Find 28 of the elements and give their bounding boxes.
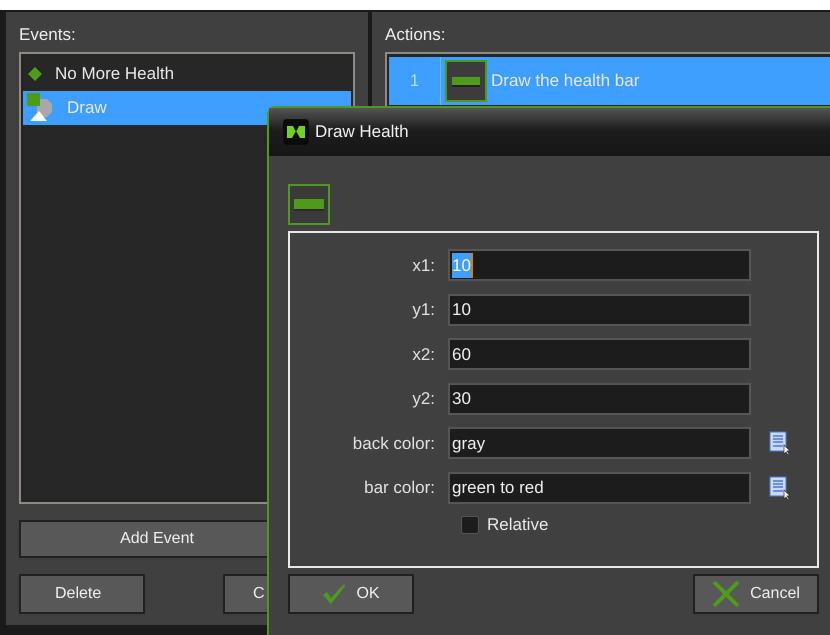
checkmark-icon (322, 583, 346, 605)
delete-button[interactable]: Delete (19, 574, 145, 614)
input-field[interactable]: 10 (448, 294, 751, 326)
actions-label: Actions: (385, 24, 446, 46)
input-field[interactable]: gray (448, 427, 751, 460)
field-label: y2: (411, 388, 436, 410)
health-bar-icon (445, 60, 487, 102)
relative-checkbox[interactable] (461, 516, 479, 534)
input-field[interactable]: green to red (448, 472, 751, 504)
events-label: Events: (19, 24, 77, 46)
field-label: x2: (411, 344, 436, 366)
field-label: bar color: (363, 477, 436, 499)
field-label: y1: (411, 299, 436, 321)
list-picker-icon[interactable] (769, 431, 791, 456)
list-picker-icon[interactable] (769, 476, 791, 500)
diamond-icon (27, 66, 43, 82)
close-icon (712, 580, 740, 608)
field-label: back color: (352, 432, 436, 454)
event-item[interactable]: No More Health (23, 56, 351, 90)
input-field[interactable]: 60 (448, 338, 751, 370)
health-bar-icon (288, 184, 330, 225)
field-label: x1: (411, 254, 436, 276)
draw-event-icon (27, 92, 55, 122)
input-field[interactable]: 30 (448, 382, 751, 415)
app-logo-icon (283, 119, 309, 145)
relative-label: Relative (487, 514, 548, 536)
cancel-button[interactable]: Cancel (693, 574, 819, 614)
ok-button[interactable]: OK (288, 574, 414, 614)
